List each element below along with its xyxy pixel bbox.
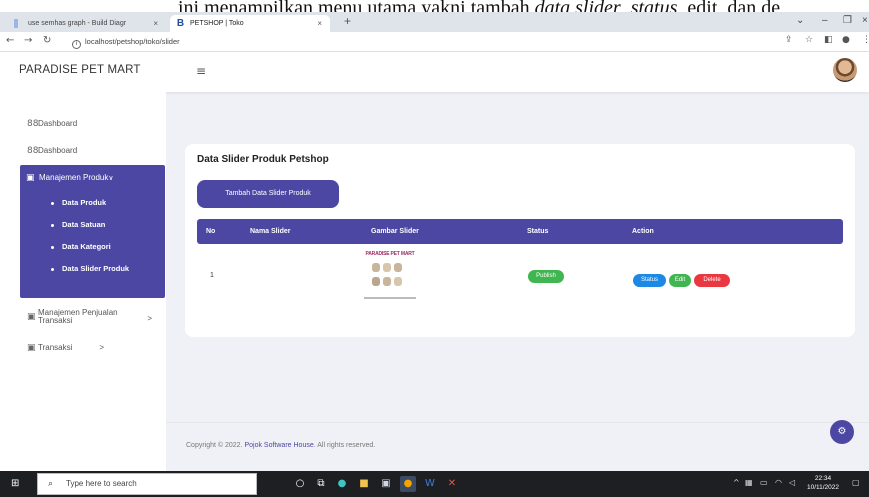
tab-close-icon[interactable]: × xyxy=(317,15,322,32)
share-icon[interactable]: ⇪ xyxy=(785,35,793,45)
column-header-action: Action xyxy=(632,228,654,235)
url-field[interactable]: i localhost/petshop/toko/slider xyxy=(72,35,822,49)
pojok-software-link[interactable]: Pojok Software House xyxy=(244,442,313,449)
table-header: No Nama Slider Gambar Slider Status Acti… xyxy=(197,219,843,244)
thumbnail-pet-image xyxy=(383,263,391,272)
forward-icon[interactable]: → xyxy=(24,35,32,46)
column-header-no: No xyxy=(206,228,216,235)
site-info-icon[interactable]: i xyxy=(72,40,81,49)
user-avatar[interactable] xyxy=(833,58,857,82)
box-icon: ▣ xyxy=(27,343,36,353)
word-icon[interactable]: W xyxy=(422,476,438,492)
sidebar-item-manajemen-produk[interactable]: ▣ Manajemen Produk∨ xyxy=(20,170,165,186)
sidebar-group-manajemen-produk: ▣ Manajemen Produk∨ Data Produk Data Sat… xyxy=(20,165,165,298)
windows-taskbar: ⊞ ⌕ Type here to search ○ ⧉ ● ■ ▣ ● W ✕ … xyxy=(0,471,869,497)
windows-start-icon[interactable]: ⊞ xyxy=(11,478,23,490)
sidepanel-icon[interactable]: ◧ xyxy=(824,35,833,45)
column-header-status: Status xyxy=(527,228,549,235)
taskbar-clock[interactable]: 22:34 10/11/2022 xyxy=(803,474,843,492)
thumbnail-pet-image xyxy=(394,263,402,272)
task-view-icon[interactable]: ⧉ xyxy=(313,476,329,492)
column-header-gambar-slider: Gambar Slider xyxy=(371,228,419,235)
bookmark-star-icon[interactable]: ☆ xyxy=(805,35,813,45)
brand-logo-text[interactable]: PARADISE PET MART xyxy=(19,64,141,76)
maximize-icon[interactable]: ❐ xyxy=(843,15,852,26)
browser-tab-semhas[interactable]: use semhas graph - Build Diagr × xyxy=(8,15,166,32)
column-header-nama-slider: Nama Slider xyxy=(250,228,291,235)
add-slider-button[interactable]: Tambah Data Slider Produk xyxy=(197,180,339,208)
status-badge: Publish xyxy=(528,270,564,283)
tab-favicon-icon: B xyxy=(176,18,185,29)
battery-icon[interactable]: ▭ xyxy=(760,478,768,487)
petshop-app: PARADISE PET MART ≡ 88 Dashboard 88 Dash… xyxy=(0,52,869,471)
delete-button[interactable]: Delete xyxy=(694,274,730,287)
card-title: Data Slider Produk Petshop xyxy=(197,154,329,165)
sidebar-item-data-slider-produk[interactable]: Data Slider Produk xyxy=(20,259,165,279)
grid-icon: 88 xyxy=(27,146,39,156)
sidebar-item-dashboard-2[interactable]: 88 Dashboard xyxy=(0,141,166,161)
app-footer: Copyright © 2022. Pojok Software House. … xyxy=(166,422,869,471)
slider-card: Data Slider Produk Petshop Tambah Data S… xyxy=(185,144,855,337)
hamburger-menu-icon[interactable]: ≡ xyxy=(196,64,206,78)
slider-thumbnail: PARADISE PET MART xyxy=(364,251,416,305)
copyright-text: Copyright © 2022. Pojok Software House. … xyxy=(186,442,376,449)
chevron-right-icon: > xyxy=(147,314,152,323)
browser-tab-bar: use semhas graph - Build Diagr × B PETSH… xyxy=(0,12,869,32)
edge-browser-icon[interactable]: ● xyxy=(334,476,350,492)
sidebar-item-manajemen-penjualan[interactable]: ▣ Manajemen Penjualan Transaksi > xyxy=(0,307,166,329)
chrome-browser-icon[interactable]: ● xyxy=(400,476,416,492)
sidebar-item-dashboard[interactable]: 88 Dashboard xyxy=(0,114,166,134)
thumbnail-pet-image xyxy=(372,277,380,286)
notification-icon[interactable]: ▢ xyxy=(852,478,860,487)
sidebar-item-transaksi[interactable]: ▣ Transaksi > xyxy=(0,338,166,358)
close-window-icon[interactable]: × xyxy=(862,15,868,26)
tab-favicon-icon xyxy=(14,19,18,28)
gear-icon: ⚙ xyxy=(837,426,847,437)
search-icon: ⌕ xyxy=(48,479,54,489)
tab-close-icon[interactable]: × xyxy=(153,15,158,32)
xampp-icon[interactable]: ✕ xyxy=(444,476,460,492)
edit-button[interactable]: Edit xyxy=(669,274,691,287)
browser-address-bar: ← → ↻ i localhost/petshop/toko/slider ⇪ ☆… xyxy=(0,32,869,52)
chevron-right-icon: > xyxy=(99,343,104,352)
slider-thumbnail-title: PARADISE PET MART xyxy=(365,251,415,257)
box-icon: ▣ xyxy=(27,312,36,322)
grid-icon: 88 xyxy=(27,119,39,129)
reload-icon[interactable]: ↻ xyxy=(43,35,51,46)
wifi-icon[interactable]: ◠ xyxy=(775,478,782,487)
chevron-down-icon: ∨ xyxy=(108,175,114,182)
file-explorer-icon[interactable]: ■ xyxy=(356,476,372,492)
store-icon[interactable]: ▣ xyxy=(378,476,394,492)
volume-icon[interactable]: ◁ xyxy=(789,478,795,487)
tab-search-icon[interactable]: ⌄ xyxy=(796,15,804,26)
network-icon[interactable]: ▦ xyxy=(745,478,753,487)
app-topbar: PARADISE PET MART ≡ xyxy=(0,52,869,92)
settings-fab-button[interactable]: ⚙ xyxy=(830,420,854,444)
back-icon[interactable]: ← xyxy=(6,35,14,46)
tray-chevron-icon[interactable]: ^ xyxy=(733,478,740,487)
menu-icon[interactable]: ⋮ xyxy=(862,35,869,45)
sidebar: 88 Dashboard 88 Dashboard ▣ Manajemen Pr… xyxy=(0,92,166,471)
thumbnail-pet-image xyxy=(372,263,380,272)
new-tab-button[interactable]: + xyxy=(344,14,351,28)
taskbar-search-input[interactable]: ⌕ Type here to search xyxy=(37,473,257,495)
cortana-icon[interactable]: ○ xyxy=(292,476,308,492)
status-button[interactable]: Status xyxy=(633,274,666,287)
row-number: 1 xyxy=(210,272,214,279)
sidebar-item-data-produk[interactable]: Data Produk xyxy=(20,193,165,213)
thumbnail-pet-image xyxy=(383,277,391,286)
sidebar-item-data-kategori[interactable]: Data Kategori xyxy=(20,237,165,257)
browser-tab-petshop[interactable]: B PETSHOP | Toko × xyxy=(170,15,330,32)
table-row: 1 PARADISE PET MART Publish Status Edit … xyxy=(197,244,843,312)
minimize-icon[interactable]: – xyxy=(822,15,828,26)
thumbnail-caption-line xyxy=(364,297,416,299)
profile-icon[interactable]: ● xyxy=(842,35,850,45)
thumbnail-pet-image xyxy=(394,277,402,286)
sidebar-item-data-satuan[interactable]: Data Satuan xyxy=(20,215,165,235)
box-icon: ▣ xyxy=(26,173,35,183)
